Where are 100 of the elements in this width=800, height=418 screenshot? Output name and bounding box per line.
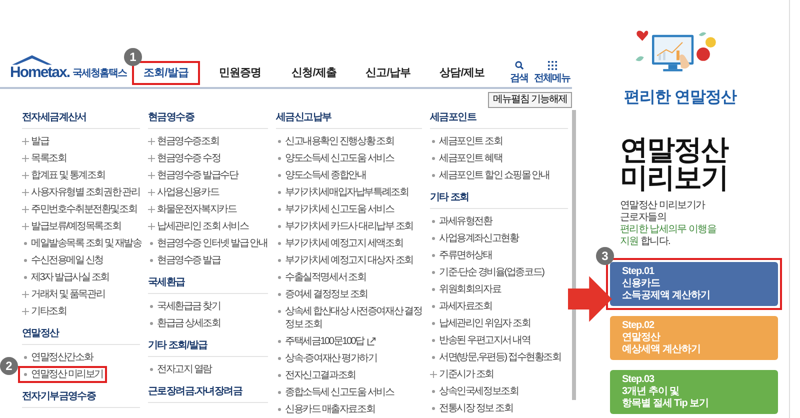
bullet-icon [150, 305, 153, 308]
menu-link[interactable]: 과세자료조회 [426, 298, 496, 315]
menu-link[interactable]: 부가가치세 예정고지 세액조회 [272, 235, 407, 252]
nav-tab[interactable]: 상담/제보 [428, 61, 496, 85]
menu-link[interactable]: 전자신고결과조회 [272, 367, 360, 384]
menu-link[interactable]: 종합소득세 신고도움 서비스 [272, 384, 398, 401]
plus-icon [22, 223, 29, 230]
nav-tab[interactable]: 신고/납부 [354, 61, 422, 85]
menu-link[interactable]: 연말정산간소화 [18, 349, 97, 366]
menu-link[interactable]: 거래처 및 품목관리 [18, 286, 109, 303]
menu-link[interactable]: 위원회회의자료 [426, 281, 505, 298]
menu-link[interactable]: 세금포인트 할인 쇼핑몰 안내 [426, 167, 554, 184]
menu-link[interactable]: 발급보류/예정목록조회 [18, 218, 125, 235]
menu-link[interactable]: 기준·단순 경비율(업종코드) [426, 264, 548, 281]
bullet-icon [24, 259, 27, 262]
roof-icon [12, 55, 52, 65]
menu-link[interactable]: 부가가치세 카드사 대리납부 조회 [272, 218, 417, 235]
menu-link[interactable]: 상속·증여재산 평가하기 [272, 350, 381, 367]
menu-link[interactable]: 메일발송목록 조회 및 재발송 [18, 235, 146, 252]
menu-link[interactable]: 사업용계좌신고현황 [426, 230, 522, 247]
plus-icon [22, 291, 29, 298]
menu-link[interactable]: 전자고지 열람 [144, 361, 216, 378]
menu-link[interactable]: 증여세 결정정보 조회 [272, 286, 372, 303]
menu-link[interactable]: 국세환급금 찾기 [144, 298, 224, 315]
section-title: 근로장려금.자녀장려금 [148, 386, 268, 403]
menu-link[interactable]: 화물운전자복지카드 [144, 201, 240, 218]
menu-link[interactable]: 현금영수증조회 [144, 133, 223, 150]
promo-description: 연말정산 미리보기가 근로자들의 편리한 납세의무 이행을 지원 합니다. [620, 200, 716, 248]
promo-subtitle: 편리한 연말정산 [624, 88, 736, 108]
menu-link[interactable]: 현금영수증 인터넷 발급 안내 [144, 235, 272, 252]
menu-link[interactable]: 환급금 상세조회 [144, 315, 224, 332]
toolbar-button[interactable]: 검색 [510, 61, 528, 85]
menu-toggle-button[interactable]: 메뉴펼침 기능해제 [488, 92, 572, 108]
menu-link[interactable]: 세금포인트 조회 [426, 133, 506, 150]
menu-link[interactable]: 과세유형전환 [426, 213, 496, 230]
step-card[interactable]: Step.01 신용카드 소득공제액 계산하기 [610, 262, 778, 306]
bullet-icon [278, 259, 281, 262]
bullet-icon [278, 157, 281, 160]
plus-icon [22, 138, 29, 145]
menu-link[interactable]: 수신전용메일 신청 [18, 252, 107, 269]
menu-link[interactable]: 신고내용확인 진행상황 조회 [272, 133, 398, 150]
menu-link[interactable]: 서면(방문,우편등) 접수현황조회 [426, 349, 565, 366]
menu-link[interactable]: 사업용신용카드 [144, 184, 223, 201]
menu-link[interactable]: 양도소득세 신고도움 서비스 [272, 150, 398, 167]
nav-tab[interactable]: 신청/제출 [280, 61, 348, 85]
menu-link[interactable]: 목록조회 [18, 150, 70, 167]
bullet-icon [278, 374, 281, 377]
nav-tab[interactable]: 민원증명 [206, 61, 274, 85]
menu-link[interactable]: 기타조회 [18, 303, 70, 320]
toolbar-button[interactable]: 전체메뉴 [534, 61, 570, 85]
menu-link[interactable]: 반송된 우편고지서 내역 [426, 332, 534, 349]
menu-link[interactable]: 부가가치세 신고도움 서비스 [272, 201, 398, 218]
bullet-icon [432, 237, 435, 240]
menu-link[interactable]: 납세관리인 조회 서비스 [144, 218, 252, 235]
bullet-icon [432, 390, 435, 393]
menu-link[interactable]: 현금영수증 발급 [144, 252, 224, 269]
menu-link[interactable]: 전통시장 정보 조회 [426, 400, 517, 417]
bullet-icon [432, 305, 435, 308]
menu-link[interactable]: 세금포인트 혜택 [426, 150, 506, 167]
plus-icon [148, 223, 155, 230]
logo-wordmark: Hometax. [10, 65, 70, 81]
menu-link[interactable]: 합계표 및 통계조회 [18, 167, 109, 184]
section-title: 국세환급 [148, 277, 268, 294]
menu-link[interactable]: 신용카드 매출자료조회 [272, 401, 379, 418]
menu-link[interactable]: 부가가치세 예정고지 대상자 조회 [272, 252, 417, 269]
section-title: 연말정산 [22, 328, 140, 345]
bullet-icon [432, 254, 435, 257]
plus-icon [22, 189, 29, 196]
menu-link[interactable]: 현금영수증 수정 [144, 150, 224, 167]
menu-link[interactable]: 주택세금100문100답 [272, 333, 380, 350]
plus-icon [148, 172, 155, 179]
bullet-icon [150, 242, 153, 245]
menu-link[interactable]: 양도소득세 종합안내 [272, 167, 370, 184]
menu-link[interactable]: 부가가치세매입자납부특례조회 [272, 184, 412, 201]
menu-link[interactable]: 사용자유형별 조회권한 관리 [18, 184, 144, 201]
bullet-icon [278, 208, 281, 211]
menu-link[interactable]: 주류면허상태 [426, 247, 496, 264]
menu-link[interactable]: 제3자 발급사실 조회 [18, 269, 113, 286]
bullet-icon [432, 157, 435, 160]
step-badge: 3 [596, 247, 614, 265]
bullet-icon [278, 310, 281, 313]
bullet-icon [278, 357, 281, 360]
menu-link[interactable]: 연말정산 미리보기 [18, 366, 107, 383]
bullet-icon [278, 276, 281, 279]
menu-link[interactable]: 주민번호수취분전환및조회 [18, 201, 141, 218]
menu-link[interactable]: 납세관리인 위임자 조회 [426, 315, 534, 332]
menu-link[interactable]: 현금영수증 발급수단 [144, 167, 242, 184]
menu-link[interactable]: 수출실적명세서 조회 [272, 269, 370, 286]
step-badge: 2 [0, 357, 18, 375]
bullet-icon [432, 356, 435, 359]
section-title: 현금영수증 [148, 112, 268, 129]
promo-heading: 연말정산 미리보기 [620, 136, 728, 192]
bullet-icon [432, 220, 435, 223]
menu-link[interactable]: 상속인국세정보조회 [426, 383, 522, 400]
logo-name: 국세청홈택스 [72, 67, 127, 81]
bullet-icon [432, 407, 435, 410]
menu-link[interactable]: 발급 [18, 133, 53, 150]
menu-link[interactable]: 상속세 합산대상 사전증여재산 결정정보 조회 [272, 303, 428, 333]
menu-link[interactable]: 기준시가 조회 [426, 366, 498, 383]
bullet-icon [432, 174, 435, 177]
